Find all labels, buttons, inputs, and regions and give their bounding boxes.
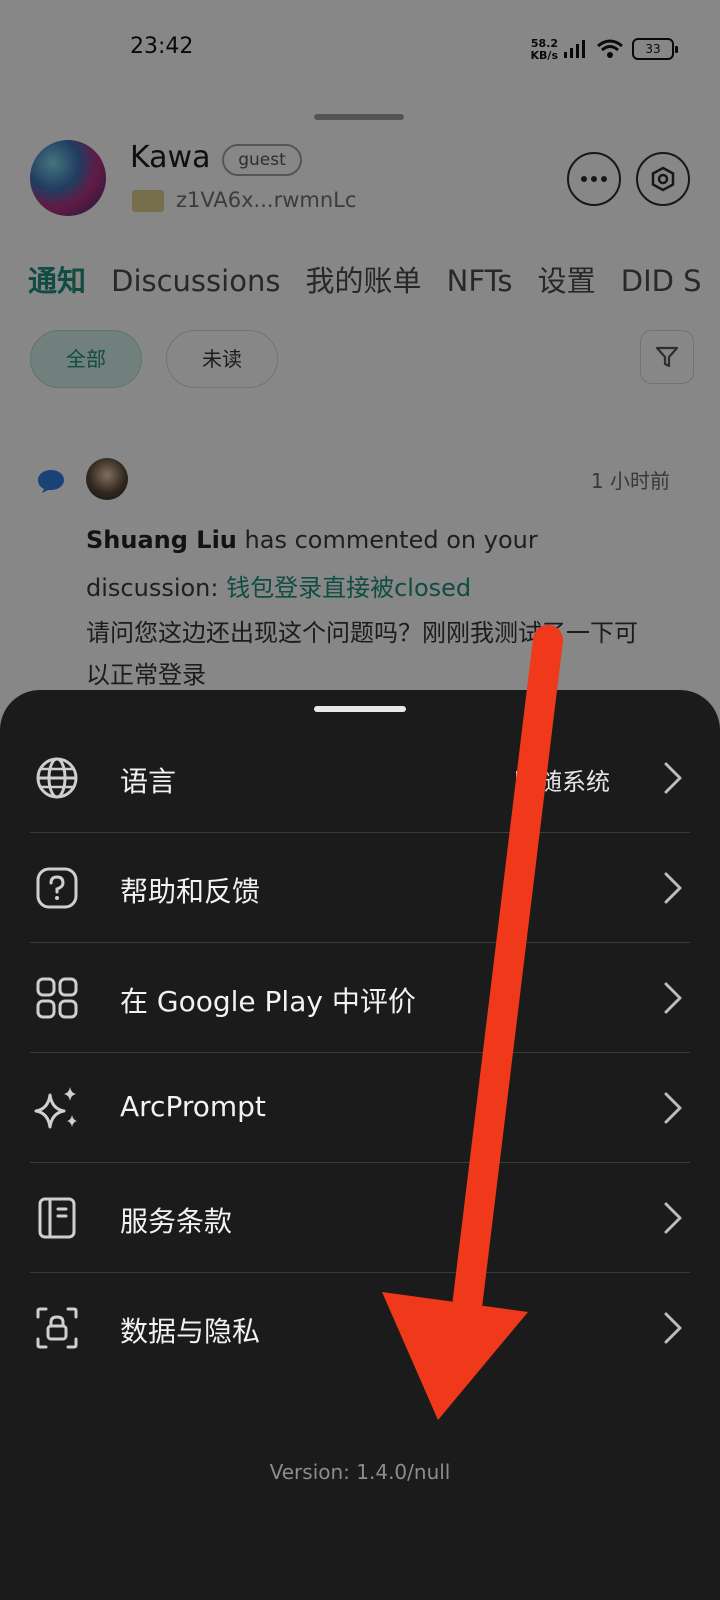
language-value: 跟随系统 xyxy=(514,768,610,796)
chevron-right-icon xyxy=(664,1092,682,1124)
book-icon xyxy=(38,1197,76,1239)
chevron-right-icon xyxy=(664,982,682,1014)
help-icon xyxy=(36,867,78,909)
chevron-right-icon xyxy=(664,1202,682,1234)
sheet-drag-handle[interactable] xyxy=(314,706,406,712)
menu-item-rate-google-play[interactable]: 在 Google Play 中评价 xyxy=(0,942,720,1052)
apps-grid-icon xyxy=(36,977,78,1019)
chevron-right-icon xyxy=(664,1312,682,1344)
menu-item-language[interactable]: 语言 跟随系统 xyxy=(0,722,720,832)
menu-label-data-privacy: 数据与隐私 xyxy=(120,1315,261,1348)
settings-bottom-sheet: 语言 跟随系统 帮助和反馈 在 Google Play 中评价 ArcPromp… xyxy=(0,690,720,1600)
menu-label-rate-google-play: 在 Google Play 中评价 xyxy=(120,985,416,1018)
menu-label-help-feedback: 帮助和反馈 xyxy=(120,875,261,908)
sparkle-icon xyxy=(34,1087,77,1129)
chevron-right-icon xyxy=(664,762,682,794)
chevron-right-icon xyxy=(664,872,682,904)
menu-label-terms: 服务条款 xyxy=(120,1205,233,1238)
menu-item-help-feedback[interactable]: 帮助和反馈 xyxy=(0,832,720,942)
menu-item-arcprompt[interactable]: ArcPrompt xyxy=(0,1052,720,1162)
lock-icon xyxy=(36,1307,78,1349)
menu-label-arcprompt: ArcPrompt xyxy=(120,1090,266,1123)
globe-icon xyxy=(36,757,78,799)
menu-item-terms[interactable]: 服务条款 xyxy=(0,1162,720,1272)
version-label: Version: 1.4.0/null xyxy=(269,1460,451,1484)
menu-label-language: 语言 xyxy=(120,765,177,798)
menu-item-data-privacy[interactable]: 数据与隐私 xyxy=(0,1272,720,1382)
